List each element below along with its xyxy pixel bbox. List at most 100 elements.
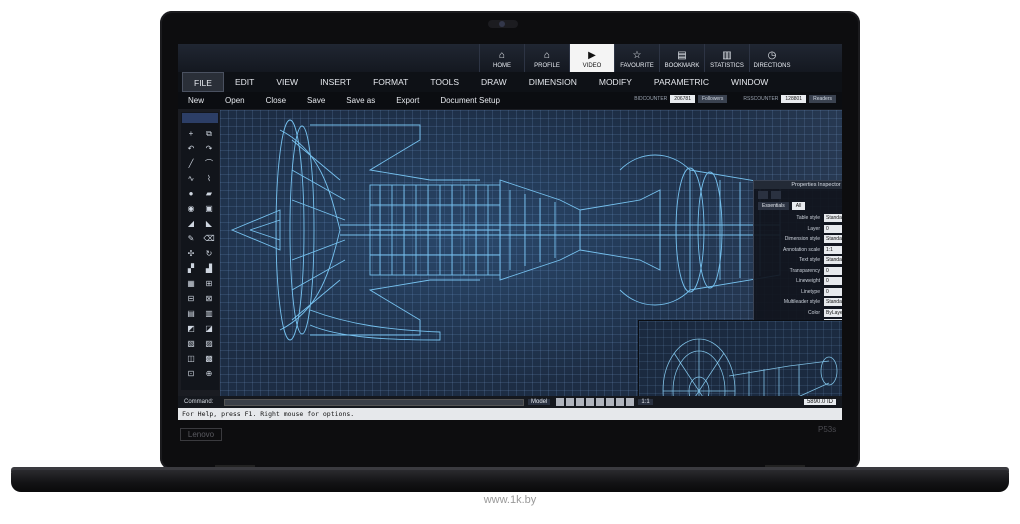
property-value[interactable]: Standard [824,214,842,223]
tool-icon[interactable]: ⌒ [201,157,217,171]
properties-inspector: Properties Inspector Essentials All Tabl… [753,180,842,332]
tool-icon[interactable]: ▦ [183,277,199,291]
menu-modify[interactable]: MODIFY [588,72,643,92]
properties-tab[interactable] [771,191,781,199]
tool-icon[interactable]: ◩ [183,322,199,336]
nav-favourite[interactable]: ☆ FAVOURITE [614,44,659,72]
nav-video[interactable]: ▶ VIDEO [569,44,614,72]
toolbox-header[interactable] [182,113,218,123]
nav-home[interactable]: ⌂ HOME [479,44,524,72]
snap-icon[interactable] [556,398,565,406]
file-document-setup[interactable]: Document Setup [440,96,500,105]
tool-icon[interactable]: ╱ [183,157,199,171]
property-value[interactable]: 0 [824,266,842,275]
property-value[interactable]: Standard [824,256,842,265]
tool-icon[interactable]: ⊞ [201,277,217,291]
tool-icon[interactable]: ◪ [201,322,217,336]
tool-icon[interactable]: ↻ [201,247,217,261]
property-row: Multileader style Standard [754,297,842,308]
tool-icon[interactable]: ⊠ [201,292,217,306]
nav-profile[interactable]: ⌂ PROFILE [524,44,569,72]
tool-icon[interactable]: ✎ [183,232,199,246]
file-new[interactable]: New [188,96,204,105]
menu-dimension[interactable]: DIMENSION [518,72,588,92]
menu-file[interactable]: FILE [182,72,224,92]
bidcounter-value: 206781 [670,95,695,103]
grid-icon[interactable] [566,398,575,406]
tool-icon[interactable]: ⊟ [183,292,199,306]
osnap-icon[interactable] [596,398,605,406]
readers-button[interactable]: Readers [809,95,836,103]
ortho-icon[interactable] [576,398,585,406]
tool-icon[interactable]: ◉ [183,202,199,216]
file-close[interactable]: Close [266,96,286,105]
file-open[interactable]: Open [225,96,245,105]
status-icons [556,398,635,406]
tool-icon[interactable]: ◫ [183,352,199,366]
tool-icon[interactable]: ▤ [183,307,199,321]
property-value[interactable]: 0 [824,224,842,233]
menu-parametric[interactable]: PARAMETRIC [643,72,720,92]
tool-icon[interactable]: ⊕ [201,367,217,381]
polar-icon[interactable] [586,398,595,406]
drawing-canvas[interactable]: Properties Inspector Essentials All Tabl… [220,110,842,420]
menu-edit[interactable]: EDIT [224,72,265,92]
model-tab[interactable]: Model [528,399,551,405]
tool-icon[interactable]: ⊡ [183,367,199,381]
tool-icon[interactable]: ▟ [201,262,217,276]
file-save-as[interactable]: Save as [346,96,375,105]
menu-view[interactable]: VIEW [265,72,309,92]
tool-icon[interactable]: ▨ [201,337,217,351]
nav-directions[interactable]: ◷ DIRECTIONS [749,44,794,72]
nav-statistics[interactable]: ▥ STATISTICS [704,44,749,72]
tool-icon[interactable]: ▰ [201,187,217,201]
tool-icon[interactable]: ⧉ [201,127,217,141]
menu-tools[interactable]: TOOLS [419,72,470,92]
watermark: www.1k.by [483,494,537,506]
tool-icon[interactable]: ↷ [201,142,217,156]
all-filter-button[interactable]: All [791,202,806,210]
coordinates-readout: 5890.0 ID [803,399,836,405]
nav-bookmark[interactable]: ▤ BOOKMARK [659,44,704,72]
property-value[interactable]: 1:1 [824,245,842,254]
command-input[interactable] [224,398,524,406]
video-icon: ▶ [588,50,596,61]
property-row: Layer 0 [754,224,842,235]
file-export[interactable]: Export [396,96,419,105]
toolbox: + ⧉ ↶ ↷ ╱ ⌒ ∿ ⌇ ● ▰ ◉ ▣ ◢ ◣ ✎ ⌫ ✣ ↻ ▞ ▟ ▦ ⊞ ⊟ ⊠ ▤ ▥ ◩ ◪ ▧ ▨ ◫ ▩ ⊡ ⊕ [181,112,219,390]
property-value[interactable]: Standard [824,298,842,307]
property-value[interactable]: ByLayer [824,308,842,317]
followers-button[interactable]: Followers [697,95,728,103]
selection-icon[interactable] [626,398,635,406]
tool-icon[interactable]: ✣ [183,247,199,261]
tool-icon[interactable]: ▩ [201,352,217,366]
property-value[interactable]: 0 [824,277,842,286]
menu-window[interactable]: WINDOW [720,72,779,92]
tool-icon[interactable]: ▥ [201,307,217,321]
lineweight-icon[interactable] [616,398,625,406]
property-label: Lineweight [796,278,820,285]
tool-icon[interactable]: ▣ [201,202,217,216]
tool-icon[interactable]: ◣ [201,217,217,231]
property-label: Color [808,309,820,316]
tool-icon[interactable]: ▧ [183,337,199,351]
tool-icon[interactable]: ● [183,187,199,201]
file-save[interactable]: Save [307,96,325,105]
essentials-filter[interactable]: Essentials [758,202,789,210]
menu-insert[interactable]: INSERT [309,72,362,92]
otrack-icon[interactable] [606,398,615,406]
tool-icon[interactable]: + [183,127,199,141]
tool-icon[interactable]: ↶ [183,142,199,156]
properties-tab[interactable] [758,191,768,199]
property-value[interactable]: 0 [824,287,842,296]
tool-icon[interactable]: ⌇ [201,172,217,186]
tool-icon[interactable]: ◢ [183,217,199,231]
menu-draw[interactable]: DRAW [470,72,518,92]
annotation-scale[interactable]: 1:1 [638,399,653,405]
tool-icon[interactable]: ∿ [183,172,199,186]
property-value[interactable]: Standard [824,235,842,244]
tool-icon[interactable]: ⌫ [201,232,217,246]
tool-icon[interactable]: ▞ [183,262,199,276]
properties-title: Properties Inspector [754,181,842,189]
menu-format[interactable]: FORMAT [362,72,419,92]
